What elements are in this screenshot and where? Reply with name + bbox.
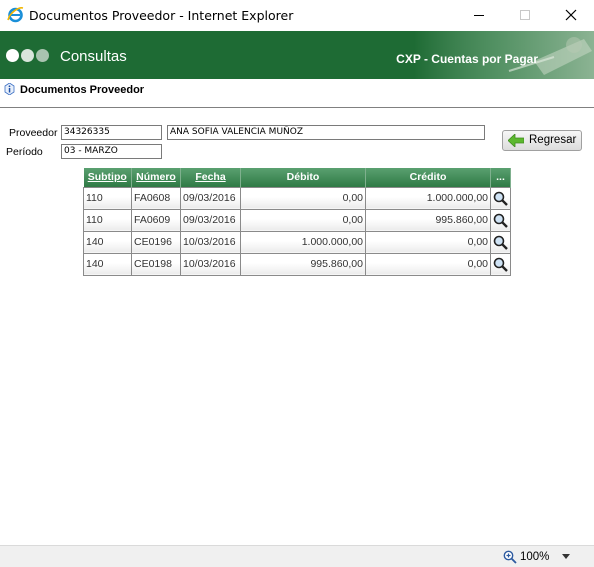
close-button[interactable] bbox=[548, 0, 594, 31]
periodo-label: Período bbox=[6, 146, 43, 158]
cell-numero: FA0609 bbox=[131, 208, 181, 232]
cell-credito: 0,00 bbox=[365, 230, 491, 254]
cell-debito: 995.860,00 bbox=[240, 252, 366, 276]
periodo-field[interactable]: 03 - MARZO bbox=[61, 144, 162, 159]
cell-credito: 1.000.000,00 bbox=[365, 186, 491, 210]
chevron-down-icon[interactable] bbox=[562, 554, 570, 560]
minimize-button[interactable] bbox=[456, 0, 502, 31]
table-row: 140 CE0196 10/03/2016 1.000.000,00 0,00 bbox=[83, 230, 511, 254]
cell-fecha: 09/03/2016 bbox=[180, 186, 241, 210]
cell-numero: CE0198 bbox=[131, 252, 181, 276]
header-banner: Consultas CXP - Cuentas por Pagar bbox=[0, 31, 594, 79]
table-row: 140 CE0198 10/03/2016 995.860,00 0,00 bbox=[83, 252, 511, 276]
magnifier-icon bbox=[493, 235, 508, 250]
table-header-row: Subtipo Número Fecha Débito Crédito ... bbox=[83, 168, 511, 187]
maximize-icon bbox=[520, 10, 530, 20]
module-title: CXP - Cuentas por Pagar bbox=[396, 52, 538, 66]
view-detail-button[interactable] bbox=[490, 208, 511, 232]
documents-table: Subtipo Número Fecha Débito Crédito ... … bbox=[83, 168, 511, 276]
internet-explorer-icon bbox=[7, 7, 24, 23]
regresar-label: Regresar bbox=[529, 134, 577, 146]
table-row: 110 FA0608 09/03/2016 0,00 1.000.000,00 bbox=[83, 186, 511, 210]
cell-subtipo: 110 bbox=[83, 186, 132, 210]
col-fecha-header[interactable]: Fecha bbox=[180, 168, 241, 187]
cell-subtipo: 110 bbox=[83, 208, 132, 232]
cell-credito: 995.860,00 bbox=[365, 208, 491, 232]
zoom-icon[interactable] bbox=[503, 550, 517, 564]
dot-icon bbox=[36, 49, 49, 62]
view-detail-button[interactable] bbox=[490, 230, 511, 254]
proveedor-code-field[interactable]: 34326335 bbox=[61, 125, 162, 140]
cell-debito: 1.000.000,00 bbox=[240, 230, 366, 254]
cell-debito: 0,00 bbox=[240, 208, 366, 232]
minimize-icon bbox=[474, 15, 484, 16]
cell-debito: 0,00 bbox=[240, 186, 366, 210]
close-icon bbox=[565, 9, 577, 21]
zoom-level[interactable]: 100% bbox=[520, 551, 549, 563]
cell-credito: 0,00 bbox=[365, 252, 491, 276]
dot-icon bbox=[21, 49, 34, 62]
cell-fecha: 10/03/2016 bbox=[180, 230, 241, 254]
cell-subtipo: 140 bbox=[83, 230, 132, 254]
proveedor-name-field[interactable]: ANA SOFIA VALENCIA MUÑOZ bbox=[167, 125, 485, 140]
cell-fecha: 10/03/2016 bbox=[180, 252, 241, 276]
info-icon bbox=[4, 83, 15, 95]
col-credito-header: Crédito bbox=[365, 168, 491, 187]
status-bar: 100% bbox=[0, 545, 594, 567]
col-numero-header[interactable]: Número bbox=[131, 168, 181, 187]
page-heading: Documentos Proveedor bbox=[0, 82, 594, 102]
col-subtipo-header[interactable]: Subtipo bbox=[83, 168, 132, 187]
cell-fecha: 09/03/2016 bbox=[180, 208, 241, 232]
magnifier-icon bbox=[493, 213, 508, 228]
col-debito-header: Débito bbox=[240, 168, 366, 187]
view-detail-button[interactable] bbox=[490, 186, 511, 210]
table-row: 110 FA0609 09/03/2016 0,00 995.860,00 bbox=[83, 208, 511, 232]
regresar-button[interactable]: Regresar bbox=[502, 130, 582, 151]
cell-subtipo: 140 bbox=[83, 252, 132, 276]
page-title: Documentos Proveedor bbox=[20, 84, 145, 96]
magnifier-icon bbox=[493, 191, 508, 206]
cell-numero: FA0608 bbox=[131, 186, 181, 210]
cell-numero: CE0196 bbox=[131, 230, 181, 254]
window-titlebar: Documentos Proveedor - Internet Explorer bbox=[0, 0, 594, 31]
app-title: Consultas bbox=[60, 48, 127, 65]
maximize-button[interactable] bbox=[502, 0, 548, 31]
divider bbox=[0, 107, 594, 108]
col-actions-header: ... bbox=[490, 168, 511, 187]
proveedor-label: Proveedor bbox=[9, 127, 58, 139]
window-title: Documentos Proveedor - Internet Explorer bbox=[29, 8, 294, 23]
magnifier-icon bbox=[493, 257, 508, 272]
view-detail-button[interactable] bbox=[490, 252, 511, 276]
dot-icon bbox=[6, 49, 19, 62]
back-arrow-icon bbox=[508, 134, 524, 147]
banner-dots bbox=[6, 49, 51, 67]
